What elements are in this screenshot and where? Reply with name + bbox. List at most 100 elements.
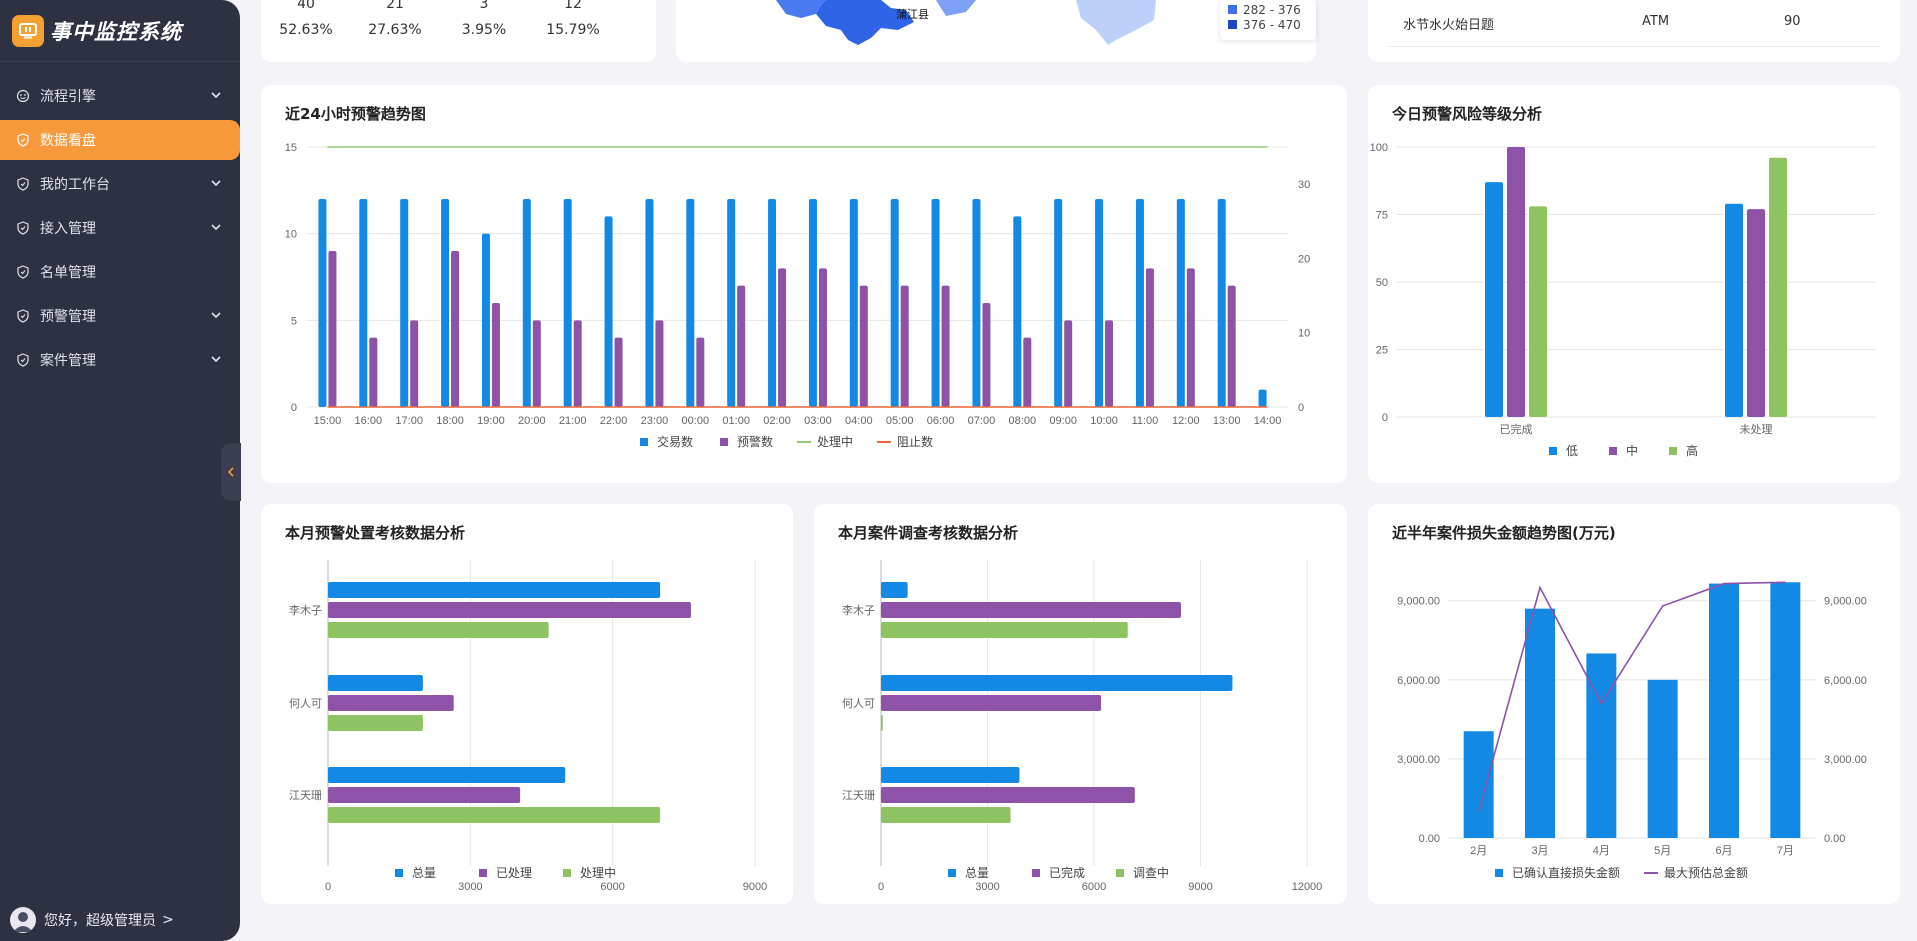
- bar-transactions: [645, 199, 654, 407]
- bar-alerts: [451, 251, 460, 407]
- bar-transactions: [441, 199, 450, 407]
- case-assess-chart: 0 3000 6000 9000 12000 李木子何人可江天珊总量 已完成 调查中: [842, 560, 1323, 893]
- bar-case_assess-0: [881, 675, 1233, 691]
- bar-alert_assess-2: [328, 622, 549, 638]
- bar-transactions: [1135, 199, 1144, 407]
- legend-label: 处理中: [580, 865, 616, 880]
- sidebar-item-4[interactable]: 名单管理: [0, 252, 240, 292]
- x-tick-label: 5月: [1654, 845, 1671, 857]
- sidebar-item-3[interactable]: 接入管理: [0, 208, 240, 248]
- line-max-estimate: [1477, 581, 1786, 812]
- y-tick-label: 5: [291, 315, 297, 327]
- x-tick-label: 10:00: [1090, 415, 1118, 427]
- alert-assess-card: 本月预警处置考核数据分析 0 3000 6000 9000 李木子 何人可 江天珊 总量 已处理…: [261, 504, 793, 904]
- table-divider: [1388, 46, 1880, 47]
- bar-transactions: [359, 199, 368, 407]
- bar-transactions: [768, 199, 777, 407]
- chevron-right-icon: >: [162, 912, 174, 928]
- bar-case_assess-1: [881, 695, 1102, 711]
- legend-swatch: [1609, 447, 1617, 455]
- y-tick-label: 何人可: [289, 697, 322, 710]
- x-tick-label: 16:00: [355, 415, 383, 427]
- sidebar-item-2[interactable]: 我的工作台: [0, 164, 240, 204]
- sidebar-item-0[interactable]: 流程引擎: [0, 76, 240, 116]
- x-tick-label: 12000: [1292, 881, 1323, 893]
- y-tick-label: 0: [291, 402, 297, 414]
- y-tick-label: 0.00: [1824, 833, 1845, 845]
- x-tick-label: 未处理: [1740, 423, 1773, 436]
- legend-swatch: [640, 438, 648, 446]
- sidebar-item-5[interactable]: 预警管理: [0, 296, 240, 336]
- user-menu[interactable]: 您好，超级管理员 >: [0, 899, 240, 941]
- bar-alerts: [573, 320, 582, 407]
- bar-case_assess-2: [881, 807, 1011, 823]
- bar-alerts: [982, 303, 991, 407]
- x-tick-label: 06:00: [927, 415, 955, 427]
- x-tick-label: 3000: [975, 881, 999, 893]
- sidebar-item-label: 案件管理: [40, 353, 96, 369]
- sidebar-collapse-button[interactable]: [221, 443, 241, 501]
- x-tick-label: 01:00: [722, 415, 750, 427]
- bar-loss: [1463, 731, 1494, 838]
- map-region-label: 蒲江县: [896, 7, 929, 21]
- bar-alerts: [1227, 285, 1236, 407]
- sidebar: 事中监控系统 流程引擎数据看盘 我的工作台 接入管理 名单管理 预警管理案件管理 您好，…: [0, 0, 241, 941]
- stat-percent: 15.79%: [546, 22, 600, 38]
- bar-transactions: [481, 233, 490, 407]
- x-tick-label: 0: [325, 881, 331, 893]
- y-tick-label: 10: [1298, 328, 1310, 340]
- user-greeting: 您好，超级管理员: [44, 913, 156, 929]
- y-tick-label: 50: [1376, 277, 1388, 289]
- bar-transactions: [400, 199, 409, 407]
- bar-transactions: [318, 199, 327, 407]
- bar-transactions: [849, 199, 858, 407]
- x-tick-label: 18:00: [436, 415, 464, 427]
- bar-alerts: [614, 337, 623, 407]
- x-tick-label: 2月: [1470, 845, 1487, 857]
- bar-transactions: [972, 199, 981, 407]
- bar-alerts: [1105, 320, 1114, 407]
- y-tick-label: 0: [1298, 402, 1304, 414]
- x-tick-label: 05:00: [886, 415, 914, 427]
- y-tick-label: 9,000.00: [1824, 596, 1867, 608]
- legend-label: 最大预估总金额: [1664, 865, 1748, 880]
- app-logo[interactable]: 事中监控系统: [0, 0, 240, 62]
- table-cell-value: 90: [1784, 14, 1801, 29]
- y-tick-label: 30: [1298, 179, 1310, 191]
- avatar: [10, 907, 36, 933]
- sidebar-item-1[interactable]: 数据看盘: [0, 120, 240, 160]
- y-tick-label: 江天珊: [842, 789, 875, 802]
- shield-icon: [16, 353, 30, 367]
- bar-transactions: [563, 199, 572, 407]
- x-tick-label: 17:00: [395, 415, 423, 427]
- y-tick-label: 10: [285, 229, 297, 241]
- sidebar-item-6[interactable]: 案件管理: [0, 340, 240, 380]
- legend-label: 已完成: [1049, 865, 1085, 880]
- case-assess-card: 本月案件调查考核数据分析 0 3000 6000 9000 12000 李木子 何人可 江天珊…: [814, 504, 1347, 904]
- bar-alert_assess-2: [328, 715, 423, 731]
- y-tick-label: 6,000.00: [1824, 675, 1867, 687]
- sidebar-item-label: 流程引擎: [40, 89, 96, 105]
- app-title: 事中监控系统: [50, 19, 182, 44]
- bar-alert_assess-1: [328, 602, 691, 618]
- bar-alerts: [328, 251, 337, 407]
- stat-count: 40: [297, 0, 315, 12]
- bar-alert_assess-0: [328, 767, 566, 783]
- bar-case_assess-0: [881, 767, 1020, 783]
- y-tick-label: 李木子: [289, 603, 322, 617]
- map-legend-item: 282 - 376: [1243, 2, 1301, 17]
- x-tick-label: 0: [878, 881, 884, 893]
- legend-label: 低: [1566, 444, 1578, 458]
- bar-alerts: [818, 268, 827, 407]
- x-tick-label: 04:00: [845, 415, 873, 427]
- legend-swatch: [1228, 20, 1237, 29]
- bar-loss: [1647, 679, 1678, 838]
- x-tick-label: 13:00: [1213, 415, 1241, 427]
- stat-percent: 52.63%: [279, 22, 333, 38]
- x-tick-label: 6月: [1715, 845, 1732, 857]
- legend-swatch: [1032, 869, 1040, 877]
- x-tick-label: 09:00: [1049, 415, 1077, 427]
- bar-alerts: [1186, 268, 1195, 407]
- bar-alerts: [1023, 337, 1032, 407]
- stats-card: 40 52.63% 21 27.63% 3 3.95% 12 15.79%: [261, 0, 656, 62]
